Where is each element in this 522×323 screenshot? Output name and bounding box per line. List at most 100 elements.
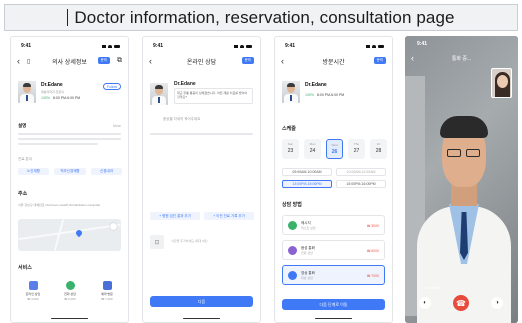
glasses-left (447, 149, 461, 157)
day-name: Fri (376, 142, 381, 146)
method-option[interactable]: 음성 통화 전화 상담 ₩ 6000 (282, 240, 385, 260)
bookmark-icon[interactable]: ▯ (27, 58, 30, 65)
office-hours: 8:00 PM-6:00 PM (52, 96, 81, 100)
doctor-name: Dr.Edane (305, 82, 327, 88)
mute-icon[interactable]: ◐ (419, 297, 431, 309)
day-number: 23 (287, 148, 294, 154)
doctor-name: Dr.Edane (174, 81, 196, 87)
service-price: ₩ 6,000 (64, 297, 76, 301)
share-icon[interactable]: ⧉ (117, 57, 122, 65)
intro-line (18, 138, 121, 140)
intro-heading: 설명 (18, 123, 27, 128)
inquiry-tag[interactable]: 문의 (241, 57, 254, 64)
service-item[interactable]: 전화 상담 ₩ 6,000 (57, 281, 83, 301)
battery-icon (114, 44, 120, 48)
service-price: ₩ 7,000 (101, 297, 113, 301)
specialty-chip[interactable]: 척추신경재활 (54, 168, 86, 175)
service-label: 예약 방문 (101, 292, 113, 296)
status-time: 9:41 (285, 43, 296, 49)
specialty-chip[interactable]: 신경내과 (91, 168, 122, 175)
service-heading: 서비스 (18, 265, 32, 271)
method-option-selected[interactable]: 영상 통화 화상 상담 ₩ 7000 (282, 265, 385, 285)
locate-icon[interactable] (110, 223, 117, 230)
next-button[interactable]: 다음 (150, 296, 253, 307)
inquiry-tag[interactable]: 문의 (373, 57, 386, 64)
status-time: 9:41 (417, 41, 428, 47)
doctor-avatar (150, 83, 168, 105)
camera-switch-icon[interactable]: ◑ (491, 297, 503, 309)
date-option[interactable]: Thu 27 (348, 139, 365, 159)
service-item[interactable]: 온라인 상담 ₩ 3,000 (20, 281, 46, 301)
method-option[interactable]: 메시지 텍스트 상담 ₩ 3000 (282, 215, 385, 235)
question-text: 최근 무릎 통증이 심해졌습니다. 어떤 재활 치료를 받아야 할까요? (174, 88, 253, 104)
date-option-selected[interactable]: Wed 26 (326, 139, 343, 159)
wifi-icon (372, 44, 376, 48)
method-price: ₩ 3000 (366, 224, 379, 228)
inquiry-tag[interactable]: 문의 (97, 57, 110, 64)
day-name: Sun (287, 142, 294, 146)
address-text: 서울 강남구 테헤란로 (Sincheon Health Rehabilitat… (18, 203, 101, 207)
add-checkup-button[interactable]: + 병원 검진 결과 추가 (150, 212, 200, 220)
message-icon (28, 281, 38, 290)
specialty-chip[interactable]: 노인재활 (18, 168, 49, 175)
cellular-icon (102, 44, 106, 48)
date-option[interactable]: Sun 23 (282, 139, 299, 159)
method-price: ₩ 6000 (366, 249, 379, 253)
nav-bar: ‹ ▯ 의사 상세정보 문의 ⧉ (17, 55, 122, 67)
date-option[interactable]: Mon 24 (304, 139, 321, 159)
add-record-button[interactable]: + 이전 진료 기록 추가 (204, 212, 254, 220)
status-time: 9:41 (21, 43, 32, 49)
location-map[interactable] (18, 219, 121, 251)
doctor-meta: 100% 8:00 PM-6:00 PM (41, 96, 80, 100)
service-label: 온라인 상담 (25, 292, 41, 296)
page-banner: Doctor information, reservation, consult… (4, 4, 518, 31)
back-icon[interactable]: ‹ (17, 55, 20, 67)
self-view[interactable] (491, 68, 512, 98)
message-icon (288, 221, 297, 230)
online-consult-screen: 9:41 ‹ 온라인 상담 문의 Dr.Edane 최근 무릎 통증이 심해졌습… (142, 36, 261, 323)
home-indicator (315, 317, 352, 319)
service-label: 전화 상담 (64, 292, 76, 296)
call-status: 통화 중... (451, 56, 472, 62)
status-icons (234, 44, 252, 48)
calendar-icon (102, 281, 112, 290)
video-call-screen: 9:41 ‹ 통화 중... Dr.Edane ◐ ☎ ◑ (405, 36, 518, 323)
back-icon[interactable]: ‹ (281, 55, 284, 67)
symptom-hint: 증상을 자세히 적어주세요 (163, 117, 201, 121)
upload-hint: 사진을 추가하세요 (최대 5장) (171, 239, 208, 243)
doctor-avatar (282, 81, 300, 103)
time-slot[interactable]: 09:00AM-10:00AM (282, 168, 332, 176)
input-divider (150, 133, 253, 135)
doctor-name: Dr.Edane (41, 82, 63, 88)
method-sub: 텍스트 상담 (301, 226, 316, 230)
day-number: 27 (353, 148, 360, 154)
method-heading: 상담 방법 (282, 202, 302, 208)
schedule-heading: 스케줄 (282, 126, 296, 132)
end-call-button[interactable]: ☎ (453, 295, 469, 311)
follow-button[interactable]: Follow (102, 83, 121, 90)
more-link[interactable]: More (113, 124, 121, 128)
cellular-icon (366, 44, 370, 48)
time-slot[interactable]: 15:00PM-16:00PM (336, 180, 386, 188)
time-slot-selected[interactable]: 13:00PM-15:00PM (282, 180, 332, 188)
method-sub: 화상 상담 (301, 276, 313, 280)
status-icons (366, 44, 384, 48)
status-icons (102, 44, 120, 48)
back-icon[interactable]: ‹ (149, 55, 152, 67)
day-name: Thu (353, 142, 360, 146)
day-number: 28 (375, 148, 382, 154)
next-step-button[interactable]: 다음 단계로 이동 (282, 299, 385, 310)
doctor-card: Dr.Edane 100% 8:00 PM-6:00 PM (282, 81, 385, 109)
doctor-meta: 100% 8:00 PM-6:00 PM (305, 93, 344, 97)
day-name: Mon (309, 142, 316, 146)
intro-line (18, 143, 98, 145)
nav-bar: ‹ 온라인 상담 문의 (149, 55, 254, 67)
home-indicator (51, 317, 88, 319)
time-slot[interactable]: 10:00AM-11:00AM (336, 168, 386, 176)
method-sub: 전화 상담 (301, 251, 313, 255)
service-item[interactable]: 예약 방문 ₩ 7,000 (94, 281, 120, 301)
date-option[interactable]: Fri 28 (370, 139, 387, 159)
day-name: Wed (331, 143, 338, 147)
camera-icon[interactable]: ⊡ (150, 235, 164, 249)
nav-title: 온라인 상담 (186, 59, 217, 66)
